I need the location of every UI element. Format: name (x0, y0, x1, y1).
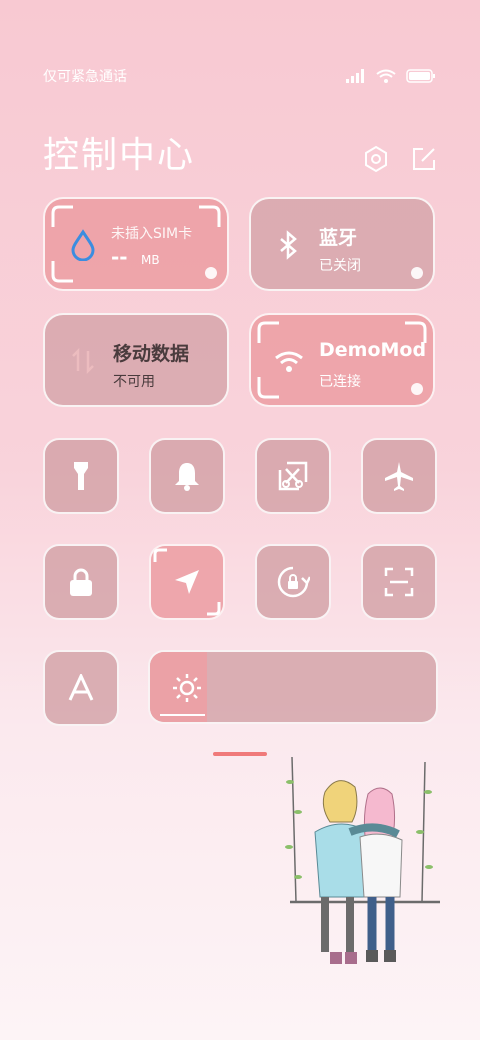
data-usage-tile[interactable]: 未插入SIM卡 -- MB (43, 197, 229, 291)
page-title: 控制中心 (43, 135, 196, 176)
brightness-slider[interactable] (148, 650, 438, 724)
battery-icon (406, 69, 435, 83)
lock-screen-toggle[interactable] (43, 544, 119, 620)
bluetooth-title: 蓝牙 (319, 227, 358, 249)
font-icon (68, 674, 94, 701)
mobile-data-status: 不可用 (113, 374, 155, 390)
location-toggle[interactable] (149, 544, 225, 620)
screenshot-toggle[interactable] (255, 438, 331, 514)
scan-icon (384, 567, 414, 597)
ringer-toggle[interactable] (149, 438, 225, 514)
wifi-status: 已连接 (319, 374, 361, 390)
signal-icon (346, 69, 364, 83)
status-bar: 仅可紧急通话 (43, 64, 436, 88)
airplane-icon (385, 462, 413, 491)
wifi-status-icon (376, 69, 396, 83)
flashlight-icon (74, 462, 88, 490)
mobile-data-title: 移动数据 (113, 343, 190, 365)
rotation-lock-icon (277, 566, 310, 598)
bluetooth-tile[interactable]: 蓝牙 已关闭 (249, 197, 435, 291)
data-usage-unit: MB (141, 253, 160, 267)
wifi-tile[interactable]: DemoMod 已连接 (249, 313, 435, 407)
page-indicator (213, 752, 267, 756)
bluetooth-icon (280, 230, 297, 260)
screenshot-icon (278, 461, 308, 491)
settings-icon[interactable] (362, 145, 390, 173)
tile-corner-indicator (205, 267, 217, 279)
brightness-level-line (160, 714, 206, 716)
airplane-mode-toggle[interactable] (361, 438, 437, 514)
bluetooth-status: 已关闭 (319, 258, 361, 274)
mobile-data-tile[interactable]: 移动数据 不可用 (43, 313, 229, 407)
sun-icon (173, 674, 201, 702)
scanner-toggle[interactable] (361, 544, 437, 620)
data-usage-value: -- (111, 245, 128, 269)
edit-icon[interactable] (410, 145, 438, 173)
status-icons (346, 69, 436, 83)
tile-corner-indicator (411, 383, 423, 395)
bell-icon (175, 463, 199, 491)
tile-bracket-decor (153, 548, 221, 616)
rotation-lock-toggle[interactable] (255, 544, 331, 620)
swing-illustration (285, 756, 440, 964)
wifi-network-name: DemoMod (319, 339, 427, 361)
tile-corner-indicator (411, 267, 423, 279)
flashlight-toggle[interactable] (43, 438, 119, 514)
sim-status-label: 未插入SIM卡 (111, 226, 193, 242)
lock-icon (70, 568, 92, 596)
carrier-status-text: 仅可紧急通话 (43, 69, 127, 85)
wifi-icon (275, 351, 303, 372)
font-size-toggle[interactable] (43, 650, 119, 726)
data-transfer-icon (72, 347, 94, 375)
water-drop-icon (71, 229, 95, 261)
